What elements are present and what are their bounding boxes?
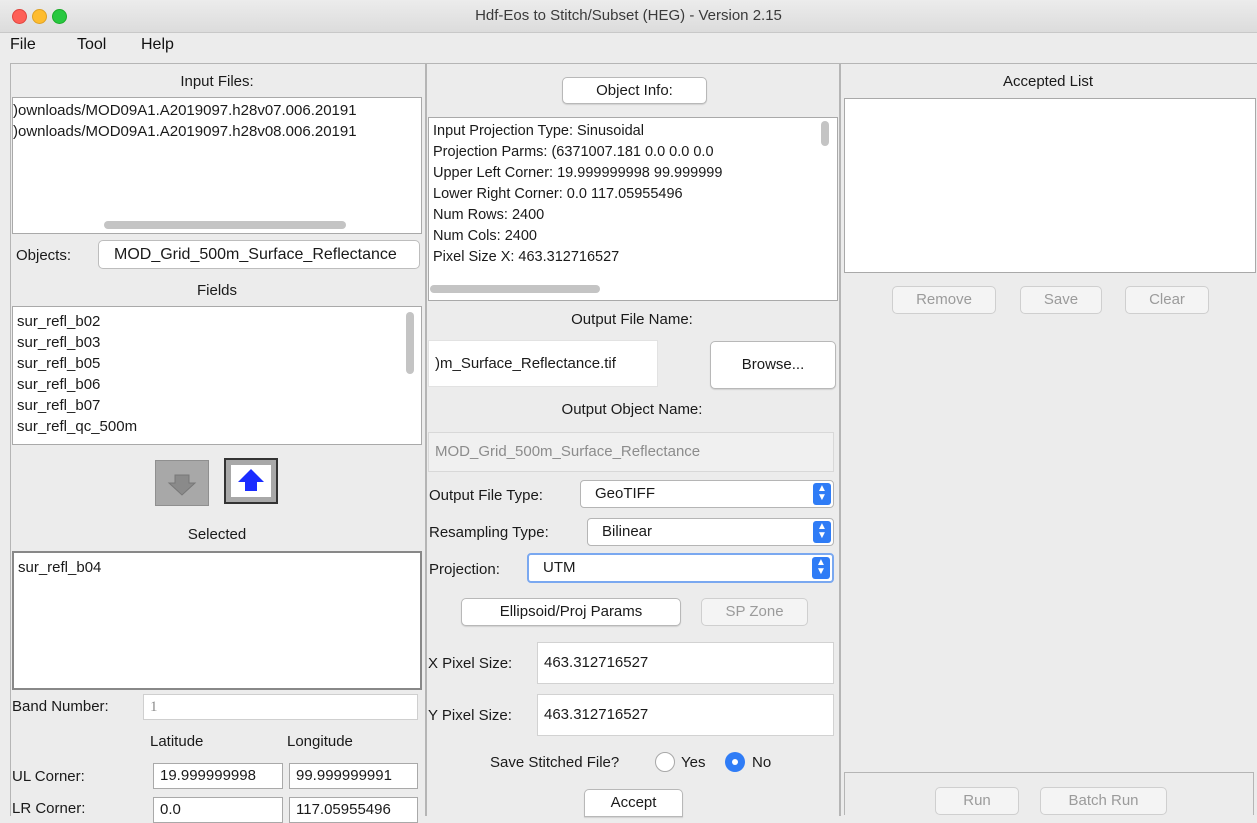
output-file-type-select[interactable]: GeoTIFF ▲ ▼ <box>580 480 834 508</box>
menu-help[interactable]: Help <box>141 36 174 54</box>
object-info-line: Num Rows: 2400 <box>433 207 545 223</box>
field-item[interactable]: sur_refl_b06 <box>13 374 421 395</box>
projection-value: UTM <box>543 559 576 576</box>
output-file-name-field[interactable]: )m_Surface_Reflectance.tif <box>428 340 658 387</box>
selected-list[interactable]: sur_refl_b04 <box>12 551 422 690</box>
output-file-name-label: Output File Name: <box>571 311 693 328</box>
output-object-name-field[interactable]: MOD_Grid_500m_Surface_Reflectance <box>428 432 834 472</box>
run-button[interactable]: Run <box>935 787 1019 815</box>
resampling-type-select[interactable]: Bilinear ▲ ▼ <box>587 518 834 546</box>
output-file-type-label: Output File Type: <box>429 487 543 504</box>
save-button[interactable]: Save <box>1020 286 1102 314</box>
save-stitched-label: Save Stitched File? <box>490 754 620 771</box>
y-pixel-size-label: Y Pixel Size: <box>428 707 512 724</box>
save-stitched-yes-radio[interactable] <box>655 752 675 772</box>
object-info-line: Lower Right Corner: 0.0 117.05955496 <box>433 186 683 202</box>
x-pixel-size-label: X Pixel Size: <box>428 655 513 672</box>
latitude-label: Latitude <box>150 733 204 750</box>
lr-latitude-field[interactable]: 0.0 <box>153 797 283 823</box>
accepted-list[interactable] <box>844 98 1256 273</box>
yes-label: Yes <box>681 754 706 771</box>
object-info-button[interactable]: Object Info: <box>562 77 707 104</box>
objects-label: Objects: <box>16 247 72 264</box>
ul-longitude-field[interactable]: 99.999999991 <box>289 763 418 789</box>
ellipsoid-proj-params-button[interactable]: Ellipsoid/Proj Params <box>461 598 681 626</box>
selected-item[interactable]: sur_refl_b04 <box>14 557 420 578</box>
resampling-type-value: Bilinear <box>602 523 653 540</box>
menu-tool[interactable]: Tool <box>77 36 106 54</box>
window-title: Hdf-Eos to Stitch/Subset (HEG) - Version… <box>475 7 782 24</box>
object-info-panel[interactable]: Input Projection Type: Sinusoidal Project… <box>428 117 838 301</box>
clear-button[interactable]: Clear <box>1125 286 1209 314</box>
fields-label: Fields <box>196 282 237 299</box>
object-info-line: Input Projection Type: Sinusoidal <box>433 123 644 139</box>
accepted-list-label: Accepted List <box>1002 73 1094 90</box>
y-pixel-size-field[interactable]: 463.312716527 <box>537 694 834 736</box>
ul-corner-label: UL Corner: <box>12 768 85 785</box>
input-files-label: Input Files: <box>180 73 254 90</box>
band-number-label: Band Number: <box>12 698 109 715</box>
select-arrows-icon: ▲ ▼ <box>813 521 831 543</box>
batch-run-button[interactable]: Batch Run <box>1040 787 1167 815</box>
no-label: No <box>752 754 772 771</box>
input-file-item[interactable]: )ownloads/MOD09A1.A2019097.h28v08.006.20… <box>13 121 421 142</box>
input-file-item[interactable]: )ownloads/MOD09A1.A2019097.h28v07.006.20… <box>13 100 421 121</box>
input-files-scrollbar[interactable] <box>104 221 346 229</box>
object-info-line: Pixel Size X: 463.312716527 <box>433 249 620 265</box>
fields-list[interactable]: sur_refl_b02 sur_refl_b03 sur_refl_b05 sur_… <box>12 306 422 445</box>
field-item[interactable]: sur_refl_b02 <box>13 311 421 332</box>
field-item[interactable]: sur_refl_b03 <box>13 332 421 353</box>
ul-latitude-field[interactable]: 19.999999998 <box>153 763 283 789</box>
lr-corner-label: LR Corner: <box>12 800 86 817</box>
fields-scrollbar[interactable] <box>406 312 414 374</box>
input-files-list[interactable]: )ownloads/MOD09A1.A2019097.h28v07.006.20… <box>12 97 422 234</box>
field-item[interactable]: sur_refl_b07 <box>13 395 421 416</box>
select-arrows-icon: ▲ ▼ <box>813 483 831 505</box>
field-item[interactable]: sur_refl_qc_500m <box>13 416 421 437</box>
radio-dot-icon <box>732 759 738 765</box>
objects-dropdown[interactable]: MOD_Grid_500m_Surface_Reflectance <box>98 240 420 269</box>
object-info-vscrollbar[interactable] <box>821 121 829 146</box>
arrow-up-icon <box>231 465 271 497</box>
save-stitched-no-radio[interactable] <box>725 752 745 772</box>
menu-file[interactable]: File <box>10 36 36 54</box>
x-pixel-size-field[interactable]: 463.312716527 <box>537 642 834 684</box>
menu-bar <box>0 33 1257 61</box>
arrow-down-icon <box>167 474 197 496</box>
object-info-hscrollbar[interactable] <box>430 285 600 293</box>
output-object-name-label: Output Object Name: <box>561 401 703 418</box>
remove-button[interactable]: Remove <box>892 286 996 314</box>
move-up-button[interactable] <box>224 458 278 504</box>
sp-zone-button[interactable]: SP Zone <box>701 598 808 626</box>
band-number-field[interactable]: 1 <box>143 694 418 720</box>
browse-button[interactable]: Browse... <box>710 341 836 389</box>
output-file-type-value: GeoTIFF <box>595 485 656 502</box>
projection-label: Projection: <box>429 561 500 578</box>
object-info-line: Num Cols: 2400 <box>433 228 537 244</box>
projection-select[interactable]: UTM ▲ ▼ <box>527 553 834 583</box>
lr-longitude-field[interactable]: 117.05955496 <box>289 797 418 823</box>
move-down-button[interactable] <box>155 460 209 506</box>
selected-label: Selected <box>187 526 247 543</box>
resampling-type-label: Resampling Type: <box>429 524 549 541</box>
field-item[interactable]: sur_refl_b05 <box>13 353 421 374</box>
select-arrows-icon: ▲ ▼ <box>812 557 830 579</box>
object-info-line: Upper Left Corner: 19.999999998 99.99999… <box>433 165 723 181</box>
object-info-line: Projection Parms: (6371007.181 0.0 0.0 0… <box>433 144 714 160</box>
accept-button[interactable]: Accept <box>584 789 683 817</box>
longitude-label: Longitude <box>287 733 353 750</box>
